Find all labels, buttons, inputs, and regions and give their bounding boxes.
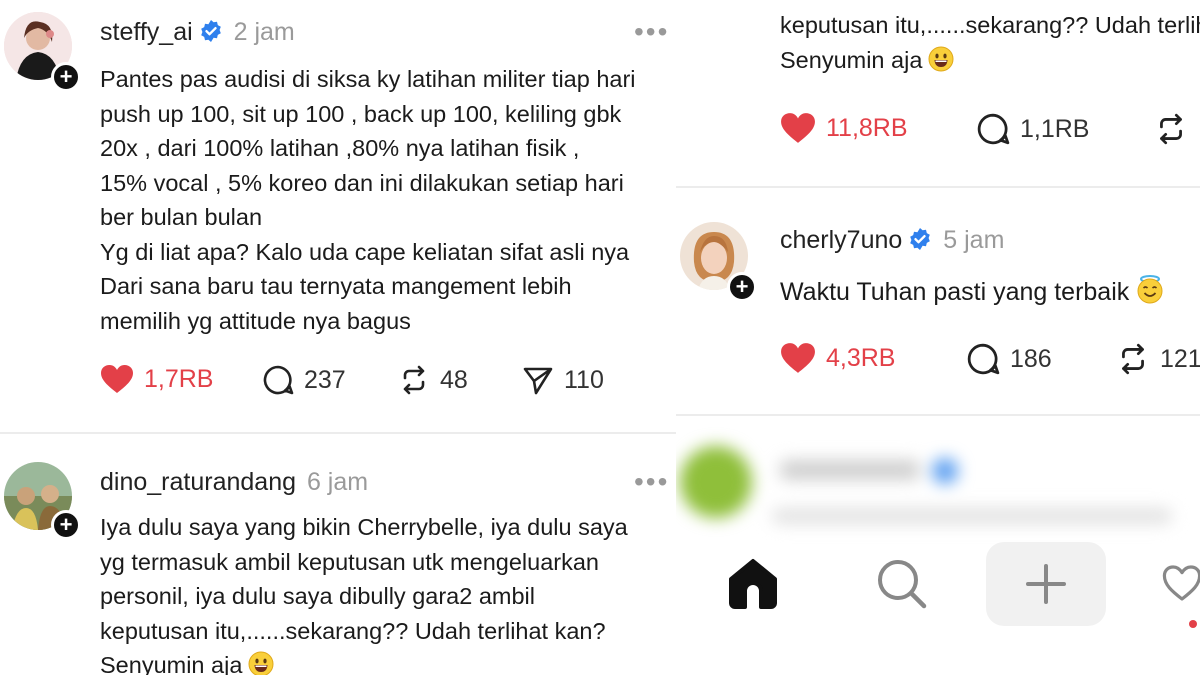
- nav-search[interactable]: [866, 548, 936, 618]
- username-row: steffy_ai 2 jam: [100, 18, 295, 50]
- post-text-line: push up 100, sit up 100 , back up 100, k…: [100, 100, 622, 127]
- post-steffy: + steffy_ai 2 jam ••• Pantes pas audisi …: [0, 0, 676, 432]
- post-cherly: + cherly7uno 5 jam Waktu Tuhan pasti yan…: [676, 188, 1200, 414]
- follow-plus-icon[interactable]: +: [727, 272, 757, 302]
- nav-home[interactable]: [718, 548, 788, 618]
- post-text-line: keputusan itu,......sekarang?? Udah terl…: [100, 617, 606, 644]
- post-text-line: ber bulan bulan: [100, 204, 263, 230]
- more-options-icon[interactable]: •••: [634, 466, 669, 498]
- verified-badge-icon: [199, 19, 223, 50]
- post-text-line: yg termasuk ambil keputusan utk mengelua…: [100, 548, 599, 575]
- like-count: 1,7RB: [144, 364, 214, 393]
- blurred-post: [676, 416, 1200, 536]
- post-text-line: keputusan itu,......sekarang?? Udah terl…: [780, 12, 1200, 38]
- post-text-line: 15% vocal , 5% koreo dan ini dilakukan s…: [100, 169, 624, 196]
- notification-dot: [1189, 620, 1197, 628]
- post-time: 6 jam: [306, 468, 369, 496]
- post-continued: keputusan itu,......sekarang?? Udah terl…: [676, 0, 1200, 186]
- post-text-segment: Senyumin aja: [100, 652, 243, 675]
- heart-filled-icon: [781, 343, 815, 373]
- post-text-line: Pantes pas audisi di siksa ky latihan mi…: [100, 66, 636, 92]
- like-count: 4,3RB: [826, 343, 896, 372]
- post-text-line: Waktu Tuhan pasti yang terbaik: [780, 274, 1165, 314]
- post-text: Iya dulu saya yang bikin Cherrybelle, iy…: [100, 510, 628, 675]
- post-text-line: Senyumin aja: [100, 648, 628, 675]
- nav-activity[interactable]: [1162, 548, 1200, 618]
- repost-button[interactable]: 121: [1116, 342, 1200, 376]
- reply-count: 1,1RB: [1020, 114, 1090, 143]
- post-text-line: Iya dulu saya yang bikin Cherrybelle, iy…: [100, 514, 628, 540]
- comment-icon: [967, 343, 1000, 375]
- like-button[interactable]: 11,8RB: [780, 112, 908, 144]
- search-icon: [878, 560, 927, 609]
- home-icon: [729, 559, 777, 609]
- post-actions: 1,7RB 237 48 110: [100, 364, 660, 404]
- post-text: Pantes pas audisi di siksa ky latihan mi…: [100, 62, 636, 338]
- heart-filled-icon: [781, 113, 815, 143]
- post-time: 5 jam: [943, 226, 1005, 254]
- post-time: 2 jam: [233, 18, 295, 46]
- verified-badge-icon: [932, 458, 958, 484]
- comment-icon: [977, 113, 1010, 145]
- verified-badge-icon: [908, 227, 932, 258]
- more-options-icon[interactable]: •••: [634, 16, 669, 48]
- send-icon: [523, 367, 553, 395]
- heart-filled-icon: [101, 365, 133, 393]
- share-button[interactable]: 110: [522, 364, 604, 396]
- like-button[interactable]: 1,7RB: [100, 364, 213, 394]
- smiling-face-with-halo-icon: [1135, 274, 1165, 314]
- username[interactable]: steffy_ai: [100, 18, 193, 46]
- blurred-username: [780, 460, 920, 480]
- heart-icon: [1162, 565, 1200, 601]
- grinning-face-icon: [928, 46, 954, 82]
- follow-plus-icon[interactable]: +: [51, 62, 81, 92]
- comment-icon: [263, 365, 294, 395]
- repost-count: 121: [1160, 344, 1200, 373]
- post-text: keputusan itu,......sekarang?? Udah terl…: [780, 8, 1200, 81]
- repost-button[interactable]: [1154, 112, 1198, 146]
- post-text-line: memilih yg attitude nya bagus: [100, 307, 411, 334]
- post-text-line: Yg di liat apa? Kalo uda cape keliatan s…: [100, 238, 630, 265]
- reply-count: 186: [1010, 344, 1052, 373]
- share-count: 110: [564, 365, 604, 394]
- username[interactable]: dino_raturandang: [100, 468, 296, 496]
- repost-icon: [403, 365, 425, 395]
- post-text-line: personil, iya dulu saya dibully gara2 am…: [100, 583, 535, 609]
- username-row: cherly7uno 5 jam: [780, 226, 1004, 258]
- reply-count: 237: [304, 365, 346, 394]
- blurred-text: [772, 508, 1172, 524]
- plus-icon: [1026, 564, 1066, 604]
- post-actions: 4,3RB 186 121: [780, 342, 1200, 382]
- repost-count: 48: [440, 365, 468, 394]
- follow-plus-icon[interactable]: +: [51, 510, 81, 540]
- reply-button[interactable]: 186: [966, 342, 1052, 376]
- username[interactable]: cherly7uno: [780, 226, 902, 254]
- repost-icon: [1122, 343, 1144, 375]
- post-dino: + dino_raturandang 6 jam ••• Iya dulu sa…: [0, 434, 676, 675]
- like-button[interactable]: 4,3RB: [780, 342, 895, 374]
- reply-button[interactable]: 237: [262, 364, 346, 396]
- username-row: dino_raturandang 6 jam: [100, 468, 368, 497]
- right-screenshot: keputusan itu,......sekarang?? Udah terl…: [676, 0, 1200, 675]
- post-actions: 11,8RB 1,1RB: [780, 112, 1200, 152]
- post-text-line: Dari sana baru tau ternyata mangement le…: [100, 273, 572, 299]
- repost-icon: [1160, 113, 1182, 145]
- avatar: [680, 446, 752, 518]
- post-text-line: 20x , dari 100% latihan ,80% nya latihan…: [100, 135, 580, 161]
- post-text: Waktu Tuhan pasti yang terbaik: [780, 274, 1165, 314]
- repost-button[interactable]: 48: [398, 364, 468, 396]
- post-text-segment: Waktu Tuhan pasti yang terbaik: [780, 278, 1130, 306]
- nav-create[interactable]: [986, 542, 1106, 626]
- like-count: 11,8RB: [826, 113, 908, 142]
- left-screenshot: + steffy_ai 2 jam ••• Pantes pas audisi …: [0, 0, 676, 675]
- post-text-line: Senyumin aja: [780, 43, 1200, 82]
- reply-button[interactable]: 1,1RB: [976, 112, 1089, 146]
- grinning-face-icon: [248, 651, 274, 675]
- post-text-segment: Senyumin aja: [780, 46, 923, 73]
